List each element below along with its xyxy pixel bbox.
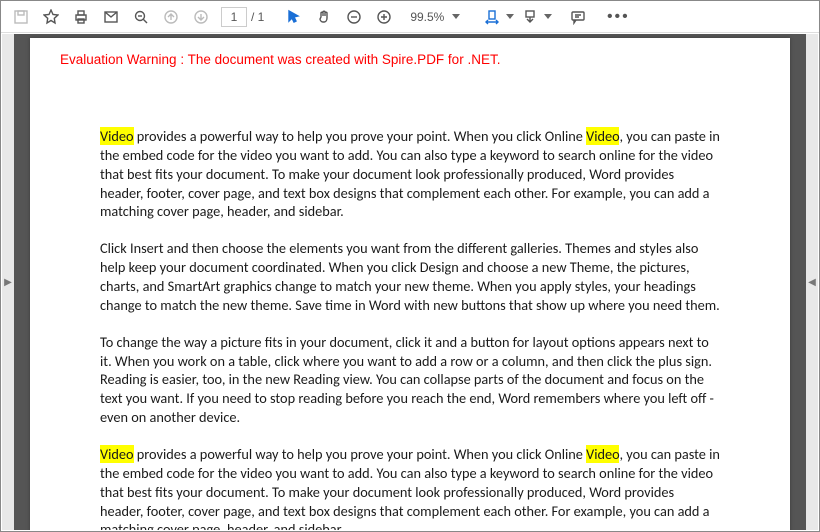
- chevron-down-icon[interactable]: [506, 14, 514, 19]
- save-icon[interactable]: [7, 4, 35, 30]
- zoom-in-icon[interactable]: [370, 4, 398, 30]
- chevron-down-icon[interactable]: [544, 14, 552, 19]
- more-icon[interactable]: •••: [604, 4, 632, 30]
- document-page: Evaluation Warning : The document was cr…: [30, 38, 790, 530]
- page-current-input[interactable]: 1: [221, 7, 247, 27]
- paragraph: Click Insert and then choose the element…: [100, 239, 720, 314]
- zoom-dropdown[interactable]: 99.5%: [406, 10, 460, 24]
- hand-icon[interactable]: [310, 4, 338, 30]
- page-total-label: / 1: [251, 10, 264, 24]
- highlight: Video: [586, 445, 619, 463]
- right-panel-toggle[interactable]: ◀: [806, 34, 818, 530]
- rotate-icon[interactable]: [516, 4, 544, 30]
- page-up-icon[interactable]: [157, 4, 185, 30]
- page-down-icon[interactable]: [187, 4, 215, 30]
- zoom-out-icon[interactable]: [340, 4, 368, 30]
- print-icon[interactable]: [67, 4, 95, 30]
- star-icon[interactable]: [37, 4, 65, 30]
- paragraph: To change the way a picture fits in your…: [100, 333, 720, 427]
- highlight: Video: [586, 127, 619, 145]
- toolbar: 1 / 1 99.5% •••: [1, 1, 819, 33]
- search-icon[interactable]: [127, 4, 155, 30]
- fit-width-icon[interactable]: [478, 4, 506, 30]
- paragraph: Video provides a powerful way to help yo…: [100, 127, 720, 221]
- page-indicator: 1 / 1: [221, 7, 264, 27]
- pointer-icon[interactable]: [280, 4, 308, 30]
- zoom-value-label: 99.5%: [406, 10, 448, 24]
- comment-icon[interactable]: [564, 4, 592, 30]
- content-area: ▶ Evaluation Warning : The document was …: [2, 34, 818, 530]
- mail-icon[interactable]: [97, 4, 125, 30]
- chevron-down-icon: [452, 14, 460, 19]
- left-panel-toggle[interactable]: ▶: [2, 34, 14, 530]
- highlight: Video: [100, 127, 134, 145]
- evaluation-warning: Evaluation Warning : The document was cr…: [60, 52, 720, 67]
- paragraph: Video provides a powerful way to help yo…: [100, 445, 720, 530]
- document-scroll-area[interactable]: Evaluation Warning : The document was cr…: [14, 34, 806, 530]
- highlight: Video: [100, 445, 134, 463]
